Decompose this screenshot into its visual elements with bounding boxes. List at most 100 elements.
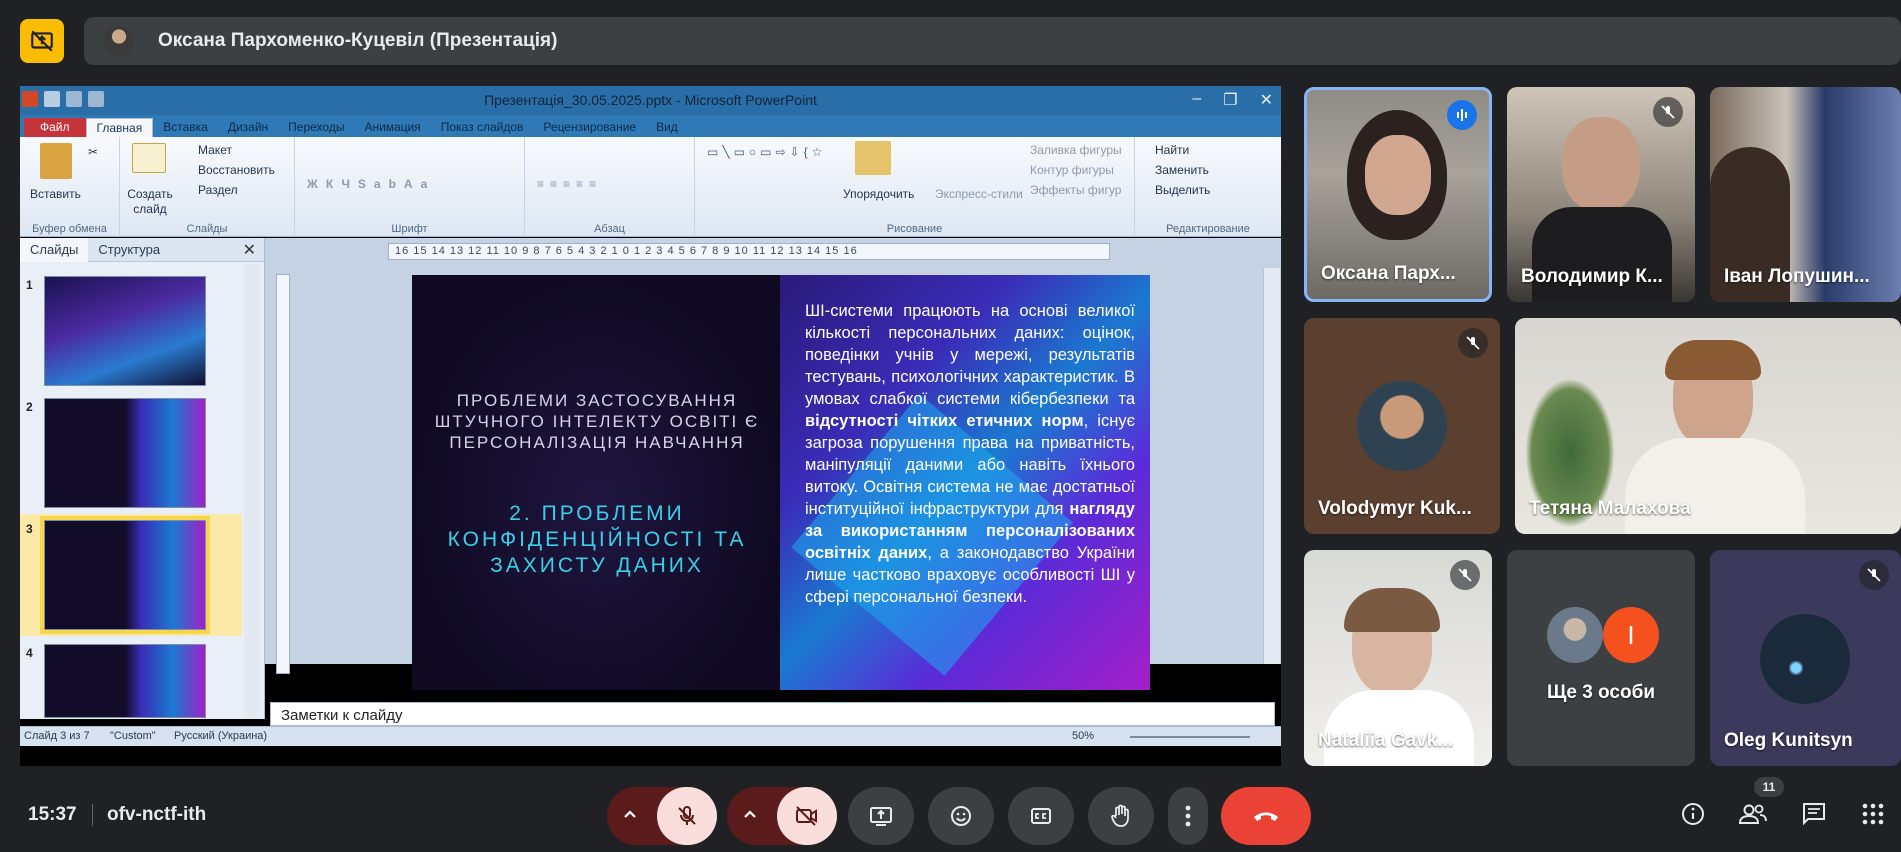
vertical-scrollbar[interactable] bbox=[1263, 268, 1280, 664]
participant-tile[interactable]: Oleg Kunitsyn bbox=[1710, 550, 1901, 766]
participant-tile[interactable]: Nataliia Gavk... bbox=[1304, 550, 1492, 766]
camera-control-group bbox=[727, 787, 837, 845]
slide-thumbnail-selected[interactable] bbox=[40, 516, 210, 634]
reactions-button[interactable] bbox=[928, 787, 994, 845]
font-format-buttons[interactable]: ЖКЧSabAa bbox=[307, 177, 435, 191]
shape-outline-button[interactable]: Контур фигуры bbox=[1030, 163, 1114, 177]
tab-animation[interactable]: Анимация bbox=[354, 118, 430, 137]
tab-insert[interactable]: Вставка bbox=[153, 118, 218, 137]
tab-slides[interactable]: Слайды bbox=[20, 237, 89, 262]
quick-styles-button[interactable]: Экспресс-стили bbox=[935, 187, 1023, 201]
cut-icon[interactable]: ✂ bbox=[88, 145, 98, 159]
shape-effects-button[interactable]: Эффекты фигур bbox=[1030, 183, 1121, 197]
participant-video bbox=[1324, 690, 1474, 766]
participant-name: Oleg Kunitsyn bbox=[1724, 730, 1853, 751]
stop-presenting-button[interactable] bbox=[20, 19, 64, 63]
meeting-info-button[interactable] bbox=[1675, 796, 1711, 832]
align-buttons[interactable]: ≡≡≡≡≡ bbox=[537, 177, 602, 191]
present-screen-button[interactable] bbox=[848, 787, 914, 845]
mic-options-button[interactable] bbox=[621, 805, 639, 828]
status-bar: Слайд 3 из 7 "Custom" Русский (Украина) … bbox=[20, 726, 1281, 746]
present-to-all-off-icon bbox=[31, 30, 53, 52]
chat-icon bbox=[1803, 803, 1825, 826]
camera-toggle-button[interactable] bbox=[777, 787, 837, 845]
avatar bbox=[1357, 381, 1447, 471]
arrange-button[interactable]: Упорядочить bbox=[843, 187, 914, 201]
paste-button[interactable]: Вставить bbox=[30, 187, 81, 201]
group-label: Абзац bbox=[594, 223, 625, 235]
zoom-slider[interactable] bbox=[1130, 736, 1250, 738]
camera-options-button[interactable] bbox=[741, 805, 759, 828]
ribbon-group-font: ЖКЧSabAa Шрифт bbox=[295, 137, 525, 237]
others-tile[interactable]: І Ще 3 особи bbox=[1507, 550, 1695, 766]
language: Русский (Украина) bbox=[174, 730, 268, 742]
close-icon[interactable]: ✕ bbox=[1260, 90, 1273, 110]
slides-pane: Слайды Структура ✕ 1 2 3 4 bbox=[20, 237, 265, 719]
activities-button[interactable] bbox=[1855, 796, 1891, 832]
slide-counter: Слайд 3 из 7 bbox=[24, 730, 90, 742]
tab-outline[interactable]: Структура bbox=[88, 238, 170, 262]
thumbnail-scrollbar[interactable] bbox=[244, 264, 260, 718]
shapes-gallery[interactable]: ▭╲▭○▭⇨⇩{☆ bbox=[707, 145, 826, 159]
select-button[interactable]: Выделить bbox=[1155, 183, 1210, 197]
call-end-icon bbox=[1254, 812, 1278, 821]
tab-transitions[interactable]: Переходы bbox=[278, 118, 354, 137]
pane-tabs: Слайды Структура ✕ bbox=[20, 237, 264, 262]
slide-thumbnail[interactable] bbox=[44, 276, 206, 386]
slide-thumbnail[interactable] bbox=[44, 644, 206, 718]
avatar-letter: І bbox=[1603, 607, 1659, 663]
close-icon[interactable]: ✕ bbox=[243, 240, 256, 260]
section-button[interactable]: Раздел bbox=[198, 183, 238, 197]
new-slide-icon bbox=[132, 143, 166, 173]
meeting-code: ofv-nctf-ith bbox=[107, 804, 207, 825]
shape-fill-button[interactable]: Заливка фигуры bbox=[1030, 143, 1122, 157]
chat-button[interactable] bbox=[1796, 796, 1832, 832]
participant-tile[interactable]: Volodymyr Kuk... bbox=[1304, 318, 1500, 534]
leave-call-button[interactable] bbox=[1221, 787, 1311, 845]
tab-file[interactable]: Файл bbox=[24, 118, 86, 137]
people-button[interactable] bbox=[1735, 796, 1771, 832]
raise-hand-button[interactable] bbox=[1088, 787, 1154, 845]
ribbon-group-paragraph: ≡≡≡≡≡ Абзац bbox=[525, 137, 695, 237]
paste-icon bbox=[40, 143, 72, 179]
find-button[interactable]: Найти bbox=[1155, 143, 1189, 157]
presenter-pill[interactable]: Оксана Пархоменко-Куцевіл (Презентація) bbox=[84, 17, 1901, 65]
tab-home[interactable]: Главная bbox=[85, 118, 154, 137]
replace-button[interactable]: Заменить bbox=[1155, 163, 1209, 177]
slide-body-text: ШІ-системи працюють на основі великої кі… bbox=[805, 300, 1135, 608]
participant-tile[interactable]: Оксана Парх... bbox=[1304, 87, 1492, 302]
tab-view[interactable]: Вид bbox=[646, 118, 688, 137]
camera-off-icon bbox=[796, 806, 817, 826]
mic-toggle-button[interactable] bbox=[657, 787, 717, 845]
mic-control-group bbox=[607, 787, 717, 845]
ribbon-group-clipboard: Вставить ✂ Буфер обмена bbox=[20, 137, 120, 237]
notes-placeholder: Заметки к слайду bbox=[281, 707, 403, 724]
participant-tile[interactable]: Володимир К... bbox=[1507, 87, 1695, 302]
divider bbox=[92, 804, 93, 826]
participant-face bbox=[1365, 135, 1431, 215]
powerpoint-titlebar: Презентація_30.05.2025.pptx - Microsoft … bbox=[20, 86, 1281, 115]
new-slide-button[interactable]: Создать слайд bbox=[124, 187, 176, 217]
body-text: ШІ-системи працюють на основі великої кі… bbox=[805, 302, 1135, 408]
participant-name: Тетяна Малахова bbox=[1529, 498, 1691, 519]
notes-pane[interactable]: Заметки к слайду bbox=[270, 702, 1275, 726]
mic-off-icon bbox=[1450, 560, 1480, 590]
layout-button[interactable]: Макет bbox=[198, 143, 232, 157]
tab-design[interactable]: Дизайн bbox=[218, 118, 278, 137]
slide-thumbnail[interactable] bbox=[44, 398, 206, 508]
participant-tile[interactable]: Тетяна Малахова bbox=[1515, 318, 1901, 534]
slide-number: 2 bbox=[26, 400, 33, 414]
participant-tile[interactable]: Іван Лопушин... bbox=[1710, 87, 1901, 302]
group-label: Слайды bbox=[186, 223, 228, 235]
zoom-level: 50% bbox=[1072, 730, 1095, 742]
window-controls: – ❐ ✕ bbox=[1192, 90, 1273, 110]
minimize-icon[interactable]: – bbox=[1192, 90, 1201, 110]
reset-button[interactable]: Восстановить bbox=[198, 163, 275, 177]
tab-review[interactable]: Рецензирование bbox=[533, 118, 646, 137]
more-options-button[interactable] bbox=[1168, 787, 1208, 845]
current-slide[interactable]: ПРОБЛЕМИ ЗАСТОСУВАННЯ ШТУЧНОГО ІНТЕЛЕКТУ… bbox=[412, 275, 1150, 690]
meeting-controls-bar: 15:37 ofv-nctf-ith bbox=[0, 774, 1901, 852]
tab-slideshow[interactable]: Показ слайдов bbox=[431, 118, 534, 137]
maximize-icon[interactable]: ❐ bbox=[1223, 90, 1237, 110]
captions-button[interactable] bbox=[1008, 787, 1074, 845]
